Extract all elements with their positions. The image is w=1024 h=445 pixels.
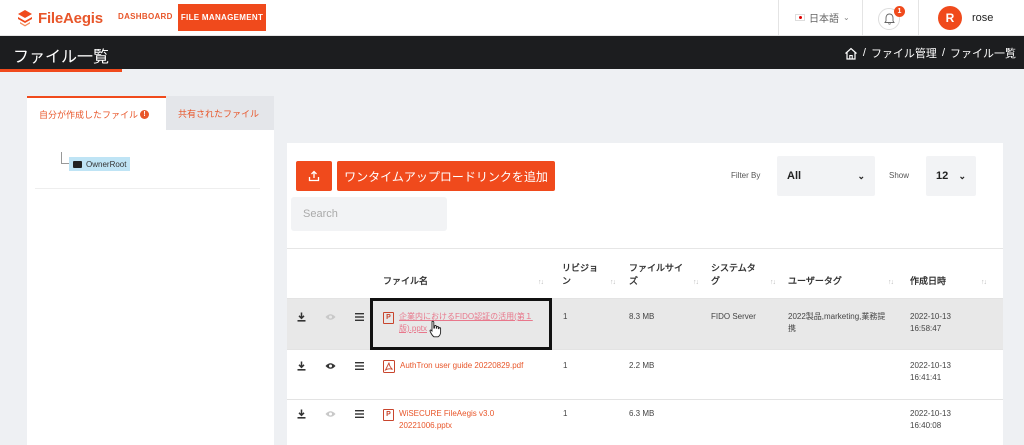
folder-icon: [73, 160, 82, 168]
divider: [778, 0, 779, 36]
column-header-filesize[interactable]: ファイルサイ ズ: [629, 262, 683, 288]
column-header-filename[interactable]: ファイル名: [383, 275, 428, 288]
sort-icon[interactable]: ↑↓: [538, 279, 544, 286]
powerpoint-file-icon: P: [383, 409, 394, 421]
home-icon[interactable]: [844, 47, 858, 60]
chevron-down-icon: ⌄: [857, 170, 865, 181]
show-label: Show: [889, 171, 910, 180]
pdf-file-icon: [383, 360, 395, 373]
japan-flag-icon: [795, 14, 805, 21]
cell-size: 8.3 MB: [629, 312, 655, 321]
menu-icon[interactable]: [353, 360, 365, 372]
column-header-created[interactable]: 作成日時: [910, 275, 946, 288]
search-input[interactable]: [291, 197, 447, 231]
bell-icon: [883, 13, 895, 25]
language-selector[interactable]: 日本語 ⌄: [795, 10, 850, 25]
folder-tree-panel: OwnerRoot: [27, 130, 274, 445]
preview-icon[interactable]: [324, 311, 336, 323]
sort-icon[interactable]: ↑↓: [770, 279, 776, 286]
top-navbar: FileAegis DASHBOARD FILE MANAGEMENT 日本語 …: [0, 0, 1024, 36]
title-accent: [0, 69, 122, 72]
brand-name: FileAegis: [38, 9, 103, 27]
tree-node-label: OwnerRoot: [86, 159, 127, 169]
tree-node-owner-root[interactable]: OwnerRoot: [69, 157, 131, 171]
tab-shared-files-label: 共有されたファイル: [178, 108, 260, 119]
cell-revision: 1: [563, 312, 568, 321]
file-link[interactable]: P WiSECURE FileAegis v3.0 20221006.pptx: [383, 408, 494, 432]
column-header-user-tag[interactable]: ユーザータグ: [788, 275, 842, 288]
cell-user-tag: 2022製品,marketing,業務提 携: [788, 312, 886, 333]
filter-value: All: [787, 170, 802, 182]
preview-icon[interactable]: [324, 408, 336, 420]
download-icon[interactable]: [295, 360, 307, 372]
tab-shared-files[interactable]: 共有されたファイル: [166, 96, 274, 130]
divider: [862, 0, 863, 36]
sort-icon[interactable]: ↑↓: [610, 279, 616, 286]
filter-label: Filter By: [731, 171, 761, 180]
divider: [918, 0, 919, 36]
notification-badge: 1: [894, 6, 905, 17]
file-link[interactable]: AuthTron user guide 20220829.pdf: [383, 360, 523, 373]
shield-logo-icon: [18, 10, 32, 27]
info-icon: !: [140, 109, 150, 119]
hand-cursor-icon: [429, 320, 442, 338]
page-header: ファイル一覧 / ファイル管理 / ファイル一覧: [0, 36, 1024, 69]
page-size-value: 12: [936, 170, 949, 182]
menu-icon[interactable]: [353, 311, 365, 323]
table-row[interactable]: [287, 349, 1003, 399]
highlight-box: [370, 298, 552, 350]
nav-dashboard[interactable]: DASHBOARD: [118, 12, 173, 21]
cell-revision: 1: [563, 409, 568, 418]
sort-icon[interactable]: ↑↓: [693, 279, 699, 286]
cell-size: 6.3 MB: [629, 409, 655, 418]
menu-icon[interactable]: [353, 408, 365, 420]
cell-created: 2022-10-13 16:58:47: [910, 312, 951, 333]
filter-select[interactable]: All ⌄: [777, 156, 875, 196]
username[interactable]: rose: [972, 12, 993, 24]
cell-system-tag: FIDO Server: [711, 312, 756, 321]
breadcrumb: / ファイル管理 / ファイル一覧: [844, 45, 1016, 61]
upload-icon: [308, 170, 320, 182]
chevron-down-icon: ⌄: [958, 170, 966, 181]
language-label: 日本語: [809, 14, 839, 25]
nav-file-management[interactable]: FILE MANAGEMENT: [178, 4, 266, 31]
download-icon[interactable]: [295, 408, 307, 420]
page-title: ファイル一覧: [13, 49, 110, 66]
page-size-select[interactable]: 12 ⌄: [926, 156, 976, 196]
chevron-down-icon: ⌄: [843, 13, 850, 22]
tab-my-files-label: 自分が作成したファイル: [39, 109, 139, 120]
cell-revision: 1: [563, 361, 568, 370]
add-onetime-upload-link-button[interactable]: ワンタイムアップロードリンクを追加: [337, 161, 555, 191]
column-header-revision[interactable]: リビジョ ン: [562, 262, 598, 288]
upload-button[interactable]: [296, 161, 332, 191]
cell-size: 2.2 MB: [629, 361, 655, 370]
tab-my-files[interactable]: 自分が作成したファイル !: [27, 96, 166, 130]
download-icon[interactable]: [295, 311, 307, 323]
preview-icon[interactable]: [324, 360, 336, 372]
sort-icon[interactable]: ↑↓: [888, 279, 894, 286]
sort-icon[interactable]: ↑↓: [981, 279, 987, 286]
column-header-system-tag[interactable]: システムタ グ: [711, 262, 756, 288]
brand-logo[interactable]: FileAegis: [16, 9, 103, 27]
avatar[interactable]: R: [938, 6, 962, 30]
cell-created: 2022-10-13 16:40:08: [910, 409, 951, 430]
cell-created: 2022-10-13 16:41:41: [910, 361, 951, 382]
breadcrumb-file-list: ファイル一覧: [950, 48, 1016, 60]
breadcrumb-file-management[interactable]: ファイル管理: [871, 45, 937, 61]
